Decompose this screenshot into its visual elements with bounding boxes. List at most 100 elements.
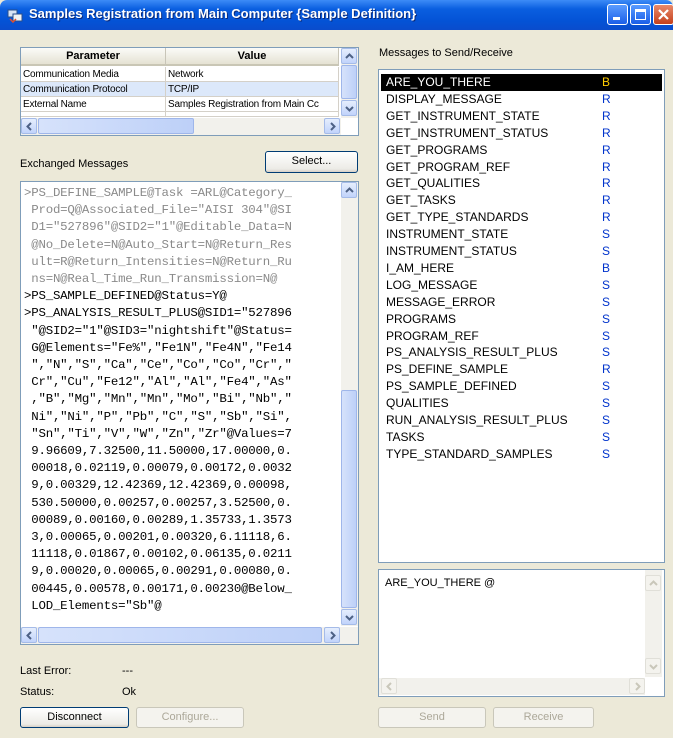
preview-horizontal-scrollbar[interactable] (379, 678, 645, 695)
messages-horizontal-scrollbar[interactable] (21, 627, 358, 644)
configure-button[interactable]: Configure... (136, 707, 244, 728)
message-list-item[interactable]: GET_TYPE_STANDARDS R (381, 209, 662, 226)
close-button[interactable] (653, 4, 673, 25)
scroll-right-button[interactable] (629, 678, 645, 694)
message-name: PS_ANALYSIS_RESULT_PLUS (386, 345, 558, 360)
disconnect-button[interactable]: Disconnect (20, 707, 129, 728)
message-list-item[interactable]: GET_INSTRUMENT_STATE R (381, 108, 662, 125)
message-name: I_AM_HERE (386, 260, 455, 275)
message-list-item[interactable]: RUN_ANALYSIS_RESULT_PLUS S (381, 412, 662, 429)
scroll-right-button[interactable] (324, 627, 340, 643)
message-list-item[interactable]: GET_TASKS R (381, 192, 662, 209)
grid-row-partial (21, 112, 339, 117)
scroll-right-button[interactable] (324, 118, 340, 134)
message-list-item[interactable]: GET_INSTRUMENT_STATUS R (381, 125, 662, 142)
message-line: 530.50000,0.00257,0.00257,3.52500,0. (24, 495, 292, 510)
scroll-thumb[interactable] (341, 390, 357, 608)
column-header-parameter[interactable]: Parameter (21, 48, 166, 66)
message-type: B (602, 75, 611, 89)
maximize-icon (635, 9, 646, 20)
message-list-item[interactable]: DISPLAY_MESSAGE R (381, 91, 662, 108)
status-value: Ok (122, 686, 137, 698)
scroll-thumb[interactable] (38, 118, 194, 134)
message-list-item[interactable]: INSTRUMENT_STATUS S (381, 243, 662, 260)
message-name: ARE_YOU_THERE (386, 75, 491, 89)
scroll-up-button[interactable] (341, 182, 357, 198)
scroll-down-button[interactable] (341, 609, 357, 625)
message-list-item[interactable]: PROGRAMS S (381, 311, 662, 328)
preview-vertical-scrollbar[interactable] (645, 570, 662, 677)
message-name: GET_QUALITIES (386, 176, 481, 191)
grid-horizontal-scrollbar[interactable] (21, 118, 341, 135)
message-list-item[interactable]: LOG_MESSAGE S (381, 277, 662, 294)
message-list-item[interactable]: PS_DEFINE_SAMPLE R (381, 361, 662, 378)
chevron-up-icon (345, 187, 354, 193)
message-line: 11118,0.01867,0.00102,0.06135,0.0211 (24, 547, 292, 562)
receive-button[interactable]: Receive (493, 707, 594, 728)
grid-row[interactable]: Communication Protocol TCP/IP (21, 82, 339, 97)
message-name: PROGRAM_REF (386, 328, 479, 343)
scroll-up-button[interactable] (645, 575, 661, 591)
scroll-left-button[interactable] (21, 627, 37, 643)
scroll-down-button[interactable] (341, 100, 357, 116)
select-button[interactable]: Select... (265, 151, 358, 173)
message-type: S (602, 345, 611, 360)
chevron-right-icon (635, 682, 641, 691)
message-list-item[interactable]: ARE_YOU_THERE B (381, 74, 662, 91)
message-type: S (602, 379, 611, 394)
grid-row[interactable]: Communication Media Network (21, 67, 339, 82)
message-name: DISPLAY_MESSAGE (386, 91, 502, 106)
last-error-label: Last Error: (20, 665, 72, 677)
scroll-thumb[interactable] (38, 627, 322, 643)
message-list-item[interactable]: PS_SAMPLE_DEFINED S (381, 378, 662, 395)
message-name: INSTRUMENT_STATUS (386, 244, 517, 258)
message-name: GET_PROGRAMS (386, 142, 488, 157)
messages-list[interactable]: ARE_YOU_THERE B DISPLAY_MESSAGE R GET_INSTRU… (378, 69, 665, 563)
message-list-item[interactable]: INSTRUMENT_STATE S (381, 226, 662, 243)
message-type: R (602, 125, 611, 140)
grid-row[interactable]: External Name Samples Registration from … (21, 97, 339, 112)
message-type: R (602, 108, 611, 123)
message-list-item[interactable]: I_AM_HERE B (381, 260, 662, 277)
maximize-button[interactable] (630, 4, 651, 25)
message-list-item[interactable]: MESSAGE_ERROR S (381, 294, 662, 311)
column-header-value[interactable]: Value (166, 48, 339, 66)
message-line: "@SID2="1"@SID3="nightshift"@Status= (24, 323, 292, 338)
minimize-button[interactable] (607, 4, 628, 25)
param-name: External Name (21, 97, 166, 112)
title-bar[interactable]: Samples Registration from Main Computer … (0, 0, 673, 30)
param-value: Network (166, 67, 339, 82)
chevron-left-icon (26, 122, 32, 131)
exchanged-messages-box[interactable]: >PS_DEFINE_SAMPLE@Task =ARL@Category_ Pr… (20, 181, 359, 645)
message-line: D1="527896"@SID2="1"@Editable_Data=N (24, 220, 292, 235)
message-list-item[interactable]: GET_PROGRAMS R (381, 142, 662, 159)
message-preview-box[interactable]: ARE_YOU_THERE @ (378, 569, 665, 697)
scroll-thumb[interactable] (341, 65, 357, 99)
message-type: R (602, 159, 611, 174)
chevron-right-icon (330, 631, 336, 640)
grid-vertical-scrollbar[interactable] (341, 48, 358, 118)
messages-vertical-scrollbar[interactable] (341, 182, 358, 626)
chevron-right-icon (330, 122, 336, 131)
scroll-left-button[interactable] (21, 118, 37, 134)
message-list-item[interactable]: TYPE_STANDARD_SAMPLES S (381, 446, 662, 463)
scroll-up-button[interactable] (341, 48, 357, 64)
minimize-icon (613, 17, 620, 20)
message-list-item[interactable]: GET_PROGRAM_REF R (381, 159, 662, 176)
send-button[interactable]: Send (378, 707, 486, 728)
grid-header: Parameter Value (21, 48, 339, 66)
message-list-item[interactable]: TASKS S (381, 429, 662, 446)
param-value: TCP/IP (166, 82, 339, 97)
message-type: S (602, 311, 611, 326)
message-list-item[interactable]: GET_QUALITIES R (381, 175, 662, 192)
message-list-item[interactable]: PS_ANALYSIS_RESULT_PLUS S (381, 344, 662, 361)
message-list-item[interactable]: PROGRAM_REF S (381, 328, 662, 345)
message-type: S (602, 294, 611, 309)
message-type: S (602, 446, 611, 461)
scroll-left-button[interactable] (381, 678, 397, 694)
parameters-grid[interactable]: Parameter Value Communication Media Netw… (20, 47, 359, 136)
scroll-down-button[interactable] (645, 658, 661, 674)
chevron-down-icon (649, 664, 658, 670)
message-list-item[interactable]: QUALITIES S (381, 395, 662, 412)
status-label: Status: (20, 686, 55, 698)
